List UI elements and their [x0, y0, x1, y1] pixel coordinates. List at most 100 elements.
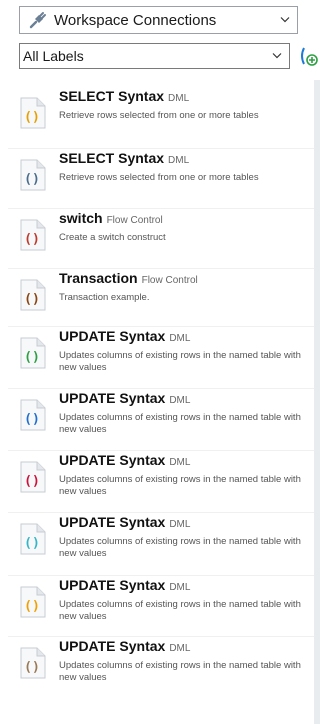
svg-text:(): ()	[24, 292, 40, 307]
snippet-description: Updates columns of existing rows in the …	[59, 599, 301, 622]
snippet-category: DML	[168, 93, 190, 104]
snippet-category: DML	[168, 155, 190, 166]
snippet-code-icon: ()	[20, 461, 46, 493]
snippet-category: DML	[169, 333, 191, 344]
snippet-code-icon: ()	[20, 399, 46, 431]
snippet-text: UPDATE Syntax DML Updates columns of exist…	[59, 452, 312, 498]
snippet-title-line: UPDATE Syntax DML	[59, 390, 312, 409]
add-label-button[interactable]	[298, 44, 320, 68]
divider	[8, 450, 314, 451]
snippet-item[interactable]: () switch Flow Control Create a switch cons…	[8, 210, 314, 268]
snippet-title-line: UPDATE Syntax DML	[59, 328, 312, 347]
snippet-category: Flow Control	[141, 275, 198, 286]
snippet-item[interactable]: () UPDATE Syntax DML Updates columns of exi…	[8, 328, 314, 386]
snippet-code-icon: ()	[20, 523, 46, 555]
svg-text:(): ()	[24, 110, 40, 125]
svg-text:(): ()	[24, 660, 40, 675]
snippet-description: Updates columns of existing rows in the …	[59, 660, 301, 683]
snippet-item[interactable]: () UPDATE Syntax DML Updates columns of exi…	[8, 452, 314, 510]
snippet-category: DML	[169, 395, 191, 406]
snippet-description: Updates columns of existing rows in the …	[59, 350, 301, 373]
snippet-code-icon: ()	[20, 279, 46, 311]
chevron-down-icon	[280, 17, 290, 23]
snippet-category: DML	[169, 457, 191, 468]
snippet-text: Transaction Flow Control Transaction examp…	[59, 270, 312, 304]
snippet-text: UPDATE Syntax DML Updates columns of exist…	[59, 577, 312, 623]
snippet-title-line: UPDATE Syntax DML	[59, 514, 312, 533]
snippet-code-icon: ()	[20, 586, 46, 618]
snippet-list: () SELECT Syntax DML Retrieve rows selected…	[8, 88, 314, 724]
snippet-category: DML	[169, 582, 191, 593]
svg-text:(): ()	[24, 536, 40, 551]
snippet-title-line: SELECT Syntax DML	[59, 150, 312, 169]
snippet-description: Retrieve rows selected from one or more …	[59, 110, 259, 121]
snippet-title: UPDATE Syntax	[59, 577, 166, 593]
divider	[8, 208, 314, 209]
snippet-code-icon: ()	[20, 647, 46, 679]
snippet-category: DML	[169, 643, 191, 654]
divider	[8, 148, 314, 149]
snippet-title: SELECT Syntax	[59, 150, 165, 166]
chevron-down-icon	[272, 53, 282, 59]
snippet-description: Updates columns of existing rows in the …	[59, 536, 301, 559]
snippet-title: UPDATE Syntax	[59, 514, 166, 530]
snippet-title: UPDATE Syntax	[59, 328, 166, 344]
snippet-code-icon: ()	[20, 159, 46, 191]
snippet-item[interactable]: () UPDATE Syntax DML Updates columns of exi…	[8, 390, 314, 448]
svg-text:(): ()	[24, 172, 40, 187]
svg-text:(): ()	[24, 412, 40, 427]
divider	[8, 388, 314, 389]
divider	[8, 268, 314, 269]
snippet-title: UPDATE Syntax	[59, 638, 166, 654]
snippet-title: Transaction	[59, 270, 138, 286]
snippet-description: Retrieve rows selected from one or more …	[59, 172, 259, 183]
snippet-item[interactable]: () Transaction Flow Control Transaction exa…	[8, 270, 314, 328]
svg-text:(): ()	[24, 474, 40, 489]
svg-text:(): ()	[24, 599, 40, 614]
snippet-title: switch	[59, 210, 103, 226]
workspace-connections-label: Workspace Connections	[54, 11, 217, 29]
snippet-title: SELECT Syntax	[59, 88, 165, 104]
snippet-title-line: Transaction Flow Control	[59, 270, 312, 289]
snippet-text: UPDATE Syntax DML Updates columns of exist…	[59, 328, 312, 374]
snippet-item[interactable]: () UPDATE Syntax DML Updates columns of exi…	[8, 514, 314, 572]
add-tag-icon	[301, 47, 318, 66]
snippet-category: Flow Control	[106, 215, 163, 226]
snippet-title: UPDATE Syntax	[59, 452, 166, 468]
snippet-title-line: SELECT Syntax DML	[59, 88, 312, 107]
snippet-title: UPDATE Syntax	[59, 390, 166, 406]
divider	[8, 512, 314, 513]
plug-icon	[29, 12, 46, 29]
snippet-item[interactable]: () UPDATE Syntax DML Updates columns of exi…	[8, 577, 314, 635]
divider	[8, 326, 314, 327]
snippet-title-line: UPDATE Syntax DML	[59, 577, 312, 596]
snippet-description: Updates columns of existing rows in the …	[59, 474, 301, 497]
snippet-item[interactable]: () SELECT Syntax DML Retrieve rows selected…	[8, 150, 314, 208]
divider	[8, 575, 314, 576]
snippet-category: DML	[169, 519, 191, 530]
svg-text:(): ()	[24, 232, 40, 247]
snippet-title-line: UPDATE Syntax DML	[59, 452, 312, 471]
snippet-code-icon: ()	[20, 97, 46, 129]
snippet-text: SELECT Syntax DML Retrieve rows selected f…	[59, 150, 312, 184]
snippet-text: SELECT Syntax DML Retrieve rows selected f…	[59, 88, 312, 122]
labels-filter-label: All Labels	[23, 48, 84, 64]
divider	[8, 636, 314, 637]
svg-text:(): ()	[24, 350, 40, 365]
snippet-title-line: switch Flow Control	[59, 210, 312, 229]
workspace-connections-dropdown[interactable]: Workspace Connections	[19, 6, 298, 34]
snippet-text: UPDATE Syntax DML Updates columns of exist…	[59, 390, 312, 436]
snippet-item[interactable]: () SELECT Syntax DML Retrieve rows selected…	[8, 88, 314, 146]
snippet-description: Transaction example.	[59, 292, 150, 303]
labels-filter-dropdown[interactable]: All Labels	[19, 43, 290, 69]
scrollbar-track[interactable]	[314, 80, 320, 724]
snippet-text: switch Flow Control Create a switch constr…	[59, 210, 312, 244]
snippet-code-icon: ()	[20, 337, 46, 369]
snippet-title-line: UPDATE Syntax DML	[59, 638, 312, 657]
snippet-text: UPDATE Syntax DML Updates columns of exist…	[59, 514, 312, 560]
snippet-item[interactable]: () UPDATE Syntax DML Updates columns of exi…	[8, 638, 314, 696]
snippet-description: Create a switch construct	[59, 232, 166, 243]
snippet-text: UPDATE Syntax DML Updates columns of exist…	[59, 638, 312, 684]
snippet-code-icon: ()	[20, 219, 46, 251]
snippet-description: Updates columns of existing rows in the …	[59, 412, 301, 435]
